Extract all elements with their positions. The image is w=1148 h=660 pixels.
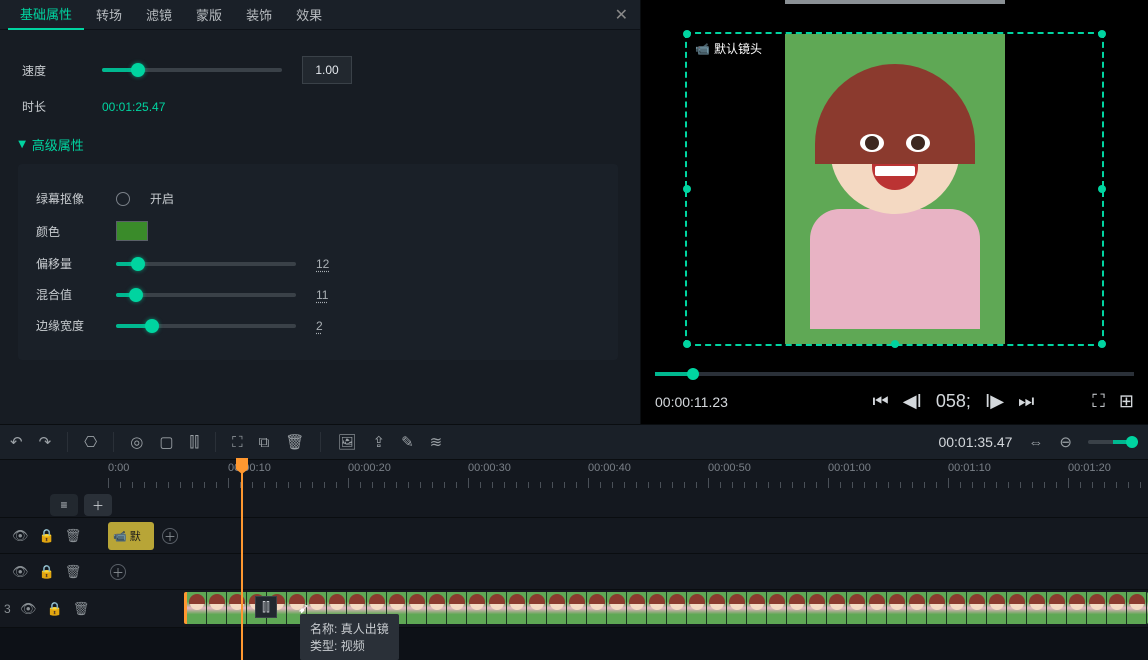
timeline-ruler[interactable]: 0:00 00:00:10 00:00:20 00:00:30 00:00:40 00:0… xyxy=(0,460,1148,488)
delete-track-icon[interactable]: 🗑 xyxy=(65,528,82,544)
blend-value[interactable]: 11 xyxy=(316,288,346,302)
chroma-label: 绿幕抠像 xyxy=(36,190,96,207)
prev-frame-button[interactable]: ◀Ⅰ xyxy=(903,391,922,412)
zoom-slider[interactable] xyxy=(1088,440,1138,444)
locate-icon[interactable]: ◎ xyxy=(130,433,143,451)
fit-timeline-icon[interactable]: ⇔ xyxy=(1028,434,1043,451)
playhead[interactable] xyxy=(241,460,243,660)
color-label: 颜色 xyxy=(36,223,96,240)
speed-label: 速度 xyxy=(22,62,82,79)
ruler-tick: 00:01:10 xyxy=(948,462,991,474)
preview-top-strip xyxy=(785,0,1005,4)
edge-value[interactable]: 2 xyxy=(316,319,346,333)
camera-icon: 📹 xyxy=(113,530,127,543)
track-options-icon[interactable]: ≡ xyxy=(50,494,78,516)
ruler-tick: 00:00:50 xyxy=(708,462,751,474)
blend-label: 混合值 xyxy=(36,286,96,303)
color-swatch[interactable] xyxy=(116,221,148,241)
properties-panel: 基础属性 转场 滤镜 蒙版 装饰 效果 ✕ 速度 1.00 时长 00:01:2… xyxy=(0,0,641,424)
duration-value: 00:01:25.47 xyxy=(102,100,165,114)
edge-slider[interactable] xyxy=(116,324,296,328)
tab-decor[interactable]: 装饰 xyxy=(234,0,284,30)
duration-label: 时长 xyxy=(22,98,82,115)
delete-track-icon[interactable]: 🗑 xyxy=(65,564,82,580)
image-icon[interactable]: 🖼 xyxy=(337,433,356,451)
lock-icon[interactable]: 🔒 xyxy=(39,528,55,544)
timeline-toolbar: ↶ ↷ ⎔ ◎ ▢ ⫿⫿ ⛶ ⧉ 🗑 🖼 ⇪ ✎ ≋ 00:01:35.47 ⇔… xyxy=(0,424,1148,460)
timeline-time: 00:01:35.47 xyxy=(938,434,1012,450)
preview-panel: ⊞ 📹 默认镜头 xyxy=(641,0,1148,424)
layers-icon[interactable]: ≋ xyxy=(430,433,443,451)
copy-icon[interactable]: ⧉ xyxy=(259,434,270,451)
ruler-tick: 00:00:30 xyxy=(468,462,511,474)
add-clip-icon[interactable]: ＋ xyxy=(162,528,178,544)
property-tabs: 基础属性 转场 滤镜 蒙版 装饰 效果 ✕ xyxy=(0,0,640,30)
zoom-out-icon[interactable]: ⊖ xyxy=(1059,433,1072,451)
lock-icon[interactable]: 🔒 xyxy=(47,601,63,617)
add-clip-icon[interactable]: ＋ xyxy=(110,564,126,580)
tab-mask[interactable]: 蒙版 xyxy=(184,0,234,30)
shot-label: 📹 默认镜头 xyxy=(695,40,762,57)
redo-icon[interactable]: ↷ xyxy=(39,433,52,451)
tab-filter[interactable]: 滤镜 xyxy=(134,0,184,30)
grid-icon[interactable]: ⊞ xyxy=(1119,391,1134,412)
selection-frame[interactable]: 📹 默认镜头 xyxy=(685,32,1104,346)
timeline-tracks: ≡ ＋ 👁 🔒 🗑 📹 默 ＋ 👁 🔒 🗑 ＋ 3 xyxy=(0,488,1148,628)
ruler-tick: 00:00:20 xyxy=(348,462,391,474)
visibility-icon[interactable]: 👁 xyxy=(12,564,29,580)
crop-icon[interactable]: ⛶ xyxy=(232,434,243,451)
chevron-down-icon: ▶ xyxy=(16,141,27,149)
lock-icon[interactable]: 🔒 xyxy=(39,564,55,580)
speed-value[interactable]: 1.00 xyxy=(302,56,352,84)
delete-track-icon[interactable]: 🗑 xyxy=(73,601,90,617)
visibility-icon[interactable]: 👁 xyxy=(12,528,29,544)
ruler-tick: 00:00:10 xyxy=(228,462,271,474)
speed-slider[interactable] xyxy=(102,68,282,72)
delete-icon[interactable]: 🗑 xyxy=(285,433,304,451)
chroma-toggle-label: 开启 xyxy=(150,190,174,207)
advanced-section[interactable]: ▶ 高级属性 xyxy=(18,135,618,154)
blend-slider[interactable] xyxy=(116,293,296,297)
next-frame-button[interactable]: Ⅰ▶ xyxy=(985,391,1004,412)
undo-icon[interactable]: ↶ xyxy=(10,433,23,451)
offset-label: 偏移量 xyxy=(36,255,96,272)
track-index: 3 xyxy=(4,602,11,616)
visibility-icon[interactable]: 👁 xyxy=(20,601,37,617)
ruler-tick: 00:01:20 xyxy=(1068,462,1111,474)
edit-icon[interactable]: ✎ xyxy=(401,433,414,451)
clip-default[interactable]: 📹 默 xyxy=(108,522,154,550)
play-button[interactable]: 058; xyxy=(936,391,971,412)
tab-basic[interactable]: 基础属性 xyxy=(8,0,84,30)
preview-scrubber[interactable] xyxy=(655,372,1134,376)
ruler-tick: 0:00 xyxy=(108,462,129,474)
close-icon[interactable]: ✕ xyxy=(615,5,628,25)
tab-transition[interactable]: 转场 xyxy=(84,0,134,30)
clip-tooltip: 名称: 真人出镜 类型: 视频 xyxy=(300,614,399,660)
edge-label: 边缘宽度 xyxy=(36,317,96,334)
offset-value[interactable]: 12 xyxy=(316,257,346,271)
split-view-icon[interactable]: ⫿⫿ xyxy=(190,434,200,451)
last-frame-button[interactable]: ⏭ xyxy=(1018,391,1034,412)
preview-canvas[interactable]: ⊞ 📹 默认镜头 xyxy=(655,6,1134,372)
camera-icon: 📹 xyxy=(695,42,710,56)
ruler-tick: 00:00:40 xyxy=(588,462,631,474)
ruler-tick: 00:01:00 xyxy=(828,462,871,474)
split-clip-icon[interactable]: ⫿⫿ xyxy=(255,596,277,618)
snapshot-icon[interactable]: ⛶ xyxy=(1092,391,1105,412)
export-icon[interactable]: ⇪ xyxy=(372,433,385,451)
fit-icon[interactable]: ▢ xyxy=(159,433,173,451)
offset-slider[interactable] xyxy=(116,262,296,266)
tab-effect[interactable]: 效果 xyxy=(284,0,334,30)
chroma-radio[interactable] xyxy=(116,192,130,206)
magnet-icon[interactable]: ⎔ xyxy=(84,433,97,451)
first-frame-button[interactable]: ⏮ xyxy=(873,391,889,412)
preview-time: 00:00:11.23 xyxy=(655,394,728,410)
